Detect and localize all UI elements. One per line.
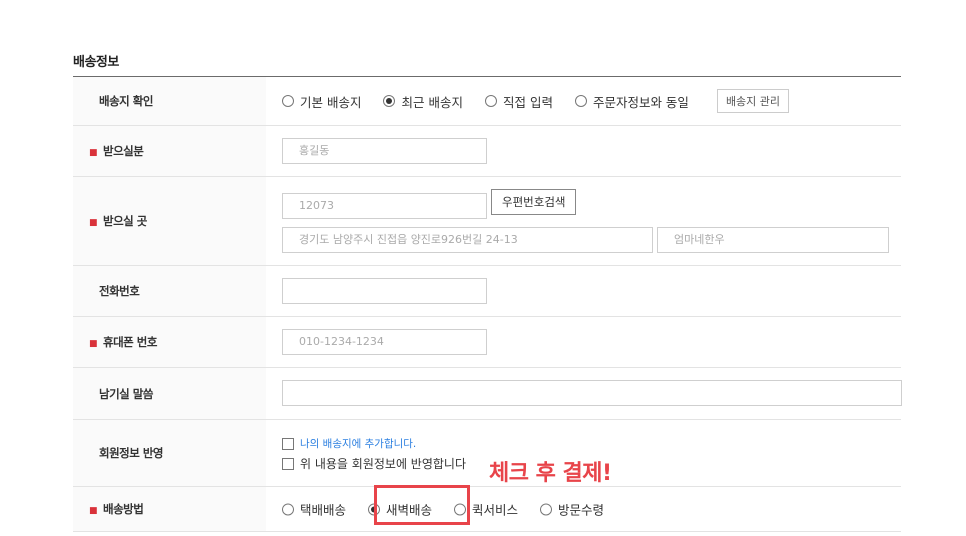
shipping-info-table: 배송지 확인 기본 배송지 최근 배송지 직접 입력 주문자정보와 동일 배송지…	[73, 76, 902, 532]
mobile-label: 휴대폰 번호	[103, 335, 157, 349]
address2-input[interactable]: 엄마네한우	[657, 227, 889, 253]
dawn-delivery-highlight-box	[374, 485, 470, 525]
required-marker-icon: ■	[89, 148, 98, 158]
row-mobile: ■ 휴대폰 번호 010-1234-1234	[73, 317, 901, 368]
message-input[interactable]	[282, 380, 902, 406]
phone-input[interactable]	[282, 278, 487, 304]
address-label: 받으실 곳	[103, 214, 147, 228]
add-to-my-addresses-checkbox[interactable]: 나의 배송지에 추가합니다.	[282, 436, 416, 451]
address-check-label: 배송지 확인	[99, 94, 153, 108]
apply-to-member-info-checkbox[interactable]: 위 내용을 회원정보에 반영합니다	[282, 455, 466, 472]
radio-circle-icon	[282, 503, 294, 515]
radio-default-address[interactable]: 기본 배송지	[282, 92, 361, 111]
row-address-check: 배송지 확인 기본 배송지 최근 배송지 직접 입력 주문자정보와 동일 배송지…	[73, 77, 901, 126]
radio-same-as-orderer[interactable]: 주문자정보와 동일	[574, 92, 689, 111]
checkbox-icon	[282, 457, 294, 470]
mobile-input[interactable]: 010-1234-1234	[282, 329, 487, 355]
zipcode-search-button[interactable]: 우편번호검색	[491, 189, 577, 215]
zipcode-input[interactable]: 12073	[282, 193, 487, 219]
checkbox-icon	[282, 437, 294, 450]
radio-parcel-delivery[interactable]: 택배배송	[282, 500, 346, 519]
row-address: ■ 받으실 곳 12073 우편번호검색 경기도 남양주시 진접읍 양진로926번…	[73, 177, 901, 266]
radio-direct-input[interactable]: 직접 입력	[484, 92, 553, 111]
row-member-info: 회원정보 반영 나의 배송지에 추가합니다. 위 내용을 회원정보에 반영합니다	[73, 420, 901, 487]
address-check-radio-group: 기본 배송지 최근 배송지 직접 입력 주문자정보와 동일 배송지 관리	[282, 89, 790, 113]
row-delivery-method: ■ 배송방법 택배배송 새벽배송 퀵서비스 방문수령	[73, 487, 901, 532]
message-label: 남기실 말씀	[99, 386, 153, 401]
radio-store-pickup[interactable]: 방문수령	[540, 500, 604, 519]
radio-recent-address[interactable]: 최근 배송지	[383, 92, 463, 111]
manage-address-button[interactable]: 배송지 관리	[716, 89, 790, 113]
radio-circle-icon	[540, 503, 553, 515]
radio-circle-icon	[282, 95, 294, 107]
member-info-label: 회원정보 반영	[99, 446, 163, 460]
radio-circle-icon	[484, 95, 497, 107]
recipient-name-input[interactable]: 홍길동	[282, 138, 487, 164]
required-marker-icon: ■	[89, 506, 98, 516]
recipient-label: 받으실분	[103, 144, 144, 158]
required-marker-icon: ■	[89, 339, 98, 349]
required-marker-icon: ■	[89, 218, 98, 228]
row-phone: 전화번호	[73, 266, 901, 317]
delivery-method-label: 배송방법	[103, 502, 144, 516]
row-recipient: ■ 받으실분 홍길동	[73, 126, 901, 177]
phone-label: 전화번호	[99, 284, 140, 298]
row-message: 남기실 말씀	[73, 368, 902, 420]
check-then-pay-annotation: 체크 후 결제!	[489, 461, 612, 486]
section-title: 배송정보	[73, 55, 119, 70]
radio-circle-icon	[574, 95, 587, 107]
address1-input[interactable]: 경기도 남양주시 진접읍 양진로926번길 24-13	[282, 227, 653, 253]
radio-circle-checked-icon	[383, 95, 396, 107]
